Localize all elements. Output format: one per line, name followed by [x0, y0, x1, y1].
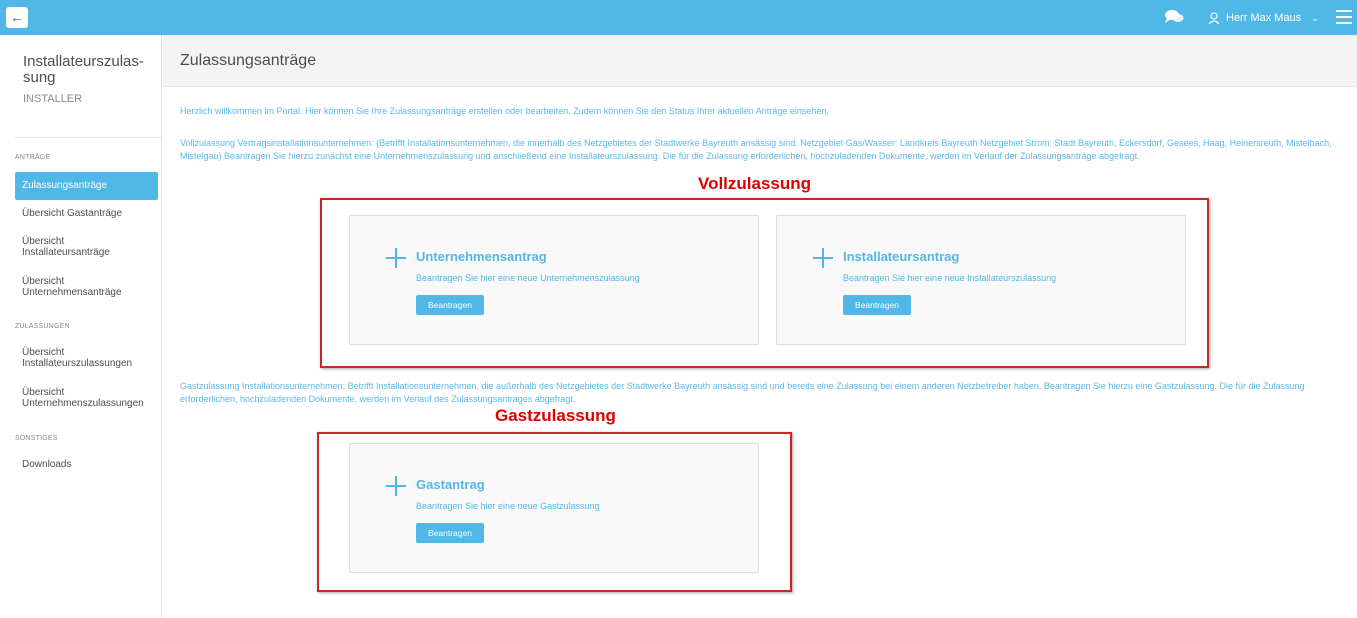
gastzulassung-text: Gastzulassung Installationsunternehmen: … [180, 381, 1305, 404]
plus-icon [386, 248, 406, 268]
chat-icon[interactable] [1164, 9, 1184, 25]
sidebar-divider [15, 137, 162, 138]
sidebar-item-installateurszulassungen[interactable]: Übersicht Installateurszulassungen [15, 347, 140, 369]
back-button[interactable]: ← [6, 7, 28, 28]
beantragen-unternehmen-button[interactable]: Beantragen [416, 295, 484, 315]
beantragen-installateur-button[interactable]: Beantragen [843, 295, 911, 315]
card-description: Beantragen Sie hier eine neue Unternehme… [416, 273, 640, 283]
user-icon [1208, 11, 1220, 24]
vollzulassung-annotation: Vollzulassung [698, 174, 812, 193]
top-bar: ← Herr Max Maus ⌄ [0, 0, 1357, 35]
gastzulassung-annotation: Gastzulassung [495, 406, 616, 425]
sidebar-item-installateursantraege[interactable]: Übersicht Installateursanträge [15, 236, 125, 258]
page-header: Zulassungsanträge [163, 35, 1357, 87]
card-description: Beantragen Sie hier eine neue Gastzulass… [416, 501, 600, 511]
card-title: Unternehmensantrag [416, 249, 547, 264]
chevron-down-icon: ⌄ [1311, 12, 1319, 23]
main-content: Zulassungsanträge Herzlich willkommen im… [163, 35, 1357, 618]
sidebar-subtitle: INSTALLER [23, 93, 83, 105]
page-title: Zulassungsanträge [180, 52, 317, 69]
sidebar-item-unternehmensantraege[interactable]: Übersicht Unternehmensanträge [15, 276, 135, 298]
card-description: Beantragen Sie hier eine neue Installate… [843, 273, 1057, 283]
user-name: Herr Max Maus [1226, 12, 1302, 24]
user-menu[interactable]: Herr Max Maus ⌄ [1208, 9, 1319, 27]
beantragen-gast-button[interactable]: Beantragen [416, 523, 484, 543]
welcome-text: Herzlich willkommen im Portal. Hier könn… [180, 106, 829, 116]
sidebar-item-zulassungsantraege[interactable]: Zulassungsanträge [15, 172, 158, 200]
sidebar-section-zulassungen: ZULASSUNGEN [15, 323, 70, 330]
plus-icon [813, 248, 833, 268]
sidebar-item-downloads[interactable]: Downloads [15, 459, 158, 470]
card-unternehmensantrag: Unternehmensantrag Beantragen Sie hier e… [349, 215, 759, 345]
sidebar-item-unternehmenszulassungen[interactable]: Übersicht Unternehmenszulassungen [15, 387, 150, 409]
plus-icon [386, 476, 406, 496]
sidebar: Installateurszulas-sung INSTALLER ANTRÄG… [0, 35, 162, 618]
card-title: Gastantrag [416, 477, 485, 492]
sidebar-item-gastantraege[interactable]: Übersicht Gastanträge [15, 208, 158, 219]
hamburger-menu-icon[interactable] [1336, 10, 1352, 24]
card-title: Installateursantrag [843, 249, 960, 264]
sidebar-title: Installateurszulas-sung [23, 53, 144, 86]
vollzulassung-text: Vollzulassung Vertragsinstallationsunter… [180, 138, 1332, 161]
sidebar-section-antraege: ANTRÄGE [15, 154, 51, 161]
card-installateursantrag: Installateursantrag Beantragen Sie hier … [776, 215, 1186, 345]
sidebar-section-sonstiges: SONSTIGES [15, 435, 58, 442]
card-gastantrag: Gastantrag Beantragen Sie hier eine neue… [349, 443, 759, 573]
